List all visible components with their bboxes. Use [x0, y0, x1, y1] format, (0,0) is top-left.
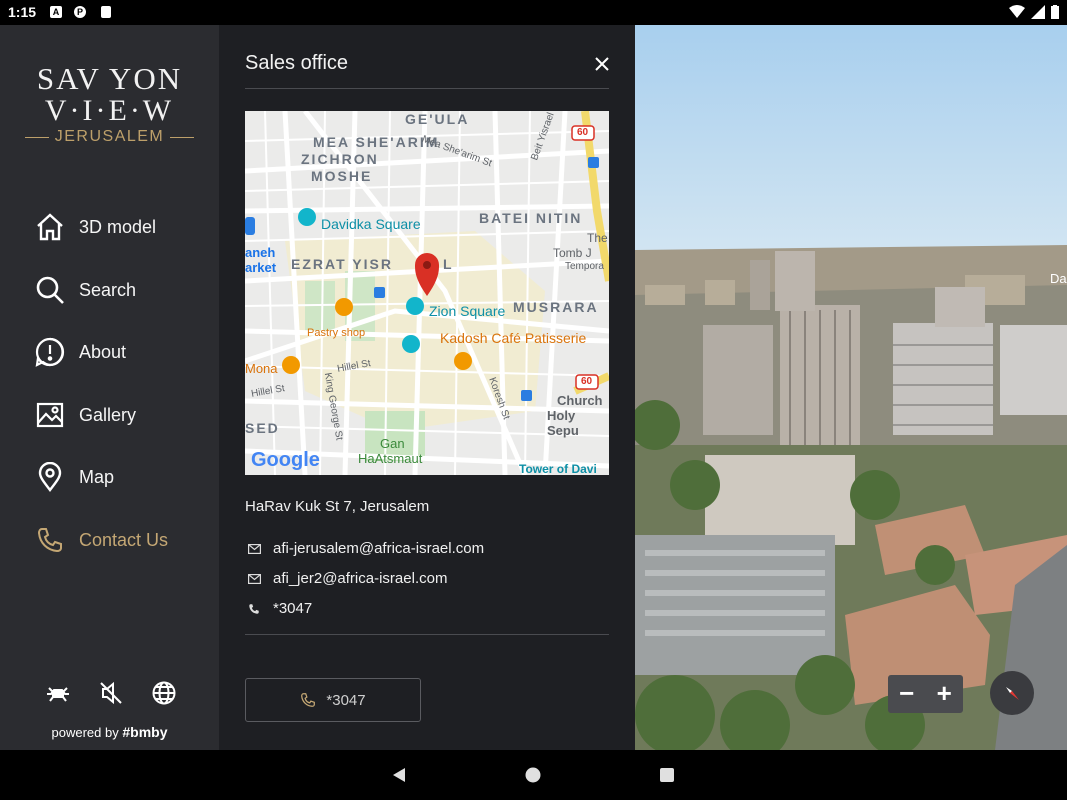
wifi-icon [1009, 5, 1025, 18]
map-label: Holy Sepu [547, 408, 579, 438]
drone-icon[interactable] [45, 680, 71, 706]
phone-row[interactable]: *3047 [247, 600, 312, 617]
recents-icon[interactable] [659, 767, 675, 783]
panel-title: Sales office [245, 52, 349, 74]
phone-icon [300, 692, 316, 708]
map-label: MUSRARA [513, 299, 599, 315]
map-label: EZRAT YISR [291, 256, 393, 272]
map-label: Mea She'arim St [420, 133, 494, 170]
call-button[interactable]: *3047 [245, 678, 421, 722]
email-link[interactable]: afi_jer2@africa-israel.com [273, 570, 447, 587]
map-label: 60 [577, 127, 589, 138]
map-label: The [587, 231, 608, 245]
phone-link[interactable]: *3047 [273, 600, 312, 617]
sidebar: SAV YON V·I·E·W JERUSALEM 3D model Searc… [0, 25, 219, 750]
signal-icon [1031, 5, 1045, 19]
back-icon[interactable] [391, 767, 407, 783]
logo: SAV YON V·I·E·W JERUSALEM [0, 63, 219, 146]
map-label: Koresh St [486, 375, 512, 422]
sidebar-item-label: Map [79, 466, 115, 487]
office-address: HaRav Kuk St 7, Jerusalem [245, 498, 430, 515]
phone-icon [34, 524, 66, 556]
logo-line-1: SAV YON [36, 61, 183, 96]
map-label: arket [245, 260, 277, 275]
sidebar-item-label: Gallery [79, 404, 137, 425]
mail-icon [247, 542, 261, 556]
map-label: Pastry shop [307, 327, 366, 339]
map-label: King George St [321, 371, 345, 442]
sidebar-item-3d-model[interactable]: 3D model [34, 207, 204, 247]
map-label: MOSHE [311, 168, 373, 184]
map-label: Kadosh Café Patisserie [440, 330, 587, 346]
map-label: HaAtsmaut [358, 451, 423, 466]
sidebar-item-map[interactable]: Map [34, 457, 204, 497]
map-label: Beit Yisrael [529, 111, 557, 162]
map-label: Mona [245, 361, 278, 376]
a-icon: A [50, 6, 62, 18]
scene-label: Da [1050, 271, 1067, 286]
sidebar-item-label: 3D model [79, 216, 157, 237]
map-label: L [443, 256, 452, 272]
system-nav-bar [0, 750, 1067, 800]
map-label: Hillel St [336, 358, 372, 375]
map-label: Davidka Square [321, 216, 421, 232]
map-label: Tempora [565, 261, 604, 272]
map-pin-icon [34, 461, 66, 493]
zoom-control: − + [888, 675, 963, 713]
sidebar-item-gallery[interactable]: Gallery [34, 395, 204, 435]
status-bar: 1:15 A P [0, 0, 1067, 25]
map-label: SED [245, 420, 280, 436]
map-label: aneh [245, 245, 276, 260]
sidebar-item-label: Contact Us [79, 529, 169, 550]
info-icon [34, 336, 66, 368]
p-icon: P [74, 6, 86, 18]
email-row[interactable]: afi-jerusalem@africa-israel.com [247, 540, 484, 557]
status-time: 1:15 [8, 4, 37, 20]
logo-line-2: V·I·E·W [44, 94, 175, 127]
google-logo: Google [251, 449, 320, 471]
map-label: GE'ULA [405, 111, 470, 127]
compass-icon[interactable] [990, 671, 1034, 715]
map-label: Zion Square [429, 303, 506, 319]
bmby-logo: #bmby [122, 724, 168, 740]
map-label: Church [557, 393, 603, 408]
map-label: Tower of Davi [519, 462, 597, 475]
map-label: ZICHRON [301, 151, 379, 167]
sidebar-item-contact-us[interactable]: Contact Us [34, 520, 204, 560]
3d-scene[interactable]: Da [635, 25, 1067, 750]
mail-icon [247, 572, 261, 586]
sidebar-bottom-tools [45, 680, 177, 706]
map-label: Hillel St [250, 383, 286, 400]
globe-icon[interactable] [151, 680, 177, 706]
map-label: Tomb J [553, 246, 592, 260]
map-label: BATEI NITIN [479, 210, 583, 226]
email-link[interactable]: afi-jerusalem@africa-israel.com [273, 540, 484, 557]
map-label: Gan [380, 436, 405, 451]
powered-by: powered by #bmby [0, 724, 219, 740]
battery-icon [1051, 5, 1059, 19]
zoom-out-button[interactable]: − [888, 675, 926, 713]
search-icon [34, 274, 66, 306]
gallery-icon [34, 399, 66, 431]
zoom-in-button[interactable]: + [926, 675, 964, 713]
phone-icon [247, 602, 261, 616]
sidebar-item-label: About [79, 341, 127, 362]
contact-panel: Sales office GE'ULA MEA SHE'ARIM ZICHRON… [219, 25, 635, 750]
email-row[interactable]: afi_jer2@africa-israel.com [247, 570, 447, 587]
logo-line-3: JERUSALEM [54, 128, 165, 145]
office-map[interactable]: GE'ULA MEA SHE'ARIM ZICHRON MOSHE BATEI … [245, 111, 609, 475]
sidebar-item-search[interactable]: Search [34, 270, 204, 310]
map-label: 60 [581, 376, 593, 387]
home-button-icon[interactable] [525, 767, 541, 783]
divider [245, 634, 609, 635]
close-icon[interactable] [593, 55, 611, 73]
sidebar-item-about[interactable]: About [34, 332, 204, 372]
call-button-label: *3047 [326, 691, 366, 709]
sd-icon [101, 6, 111, 18]
home-icon [34, 211, 66, 243]
mute-icon[interactable] [98, 680, 124, 706]
powered-by-text: powered by [51, 725, 119, 740]
divider [245, 88, 609, 89]
sidebar-item-label: Search [79, 279, 137, 300]
